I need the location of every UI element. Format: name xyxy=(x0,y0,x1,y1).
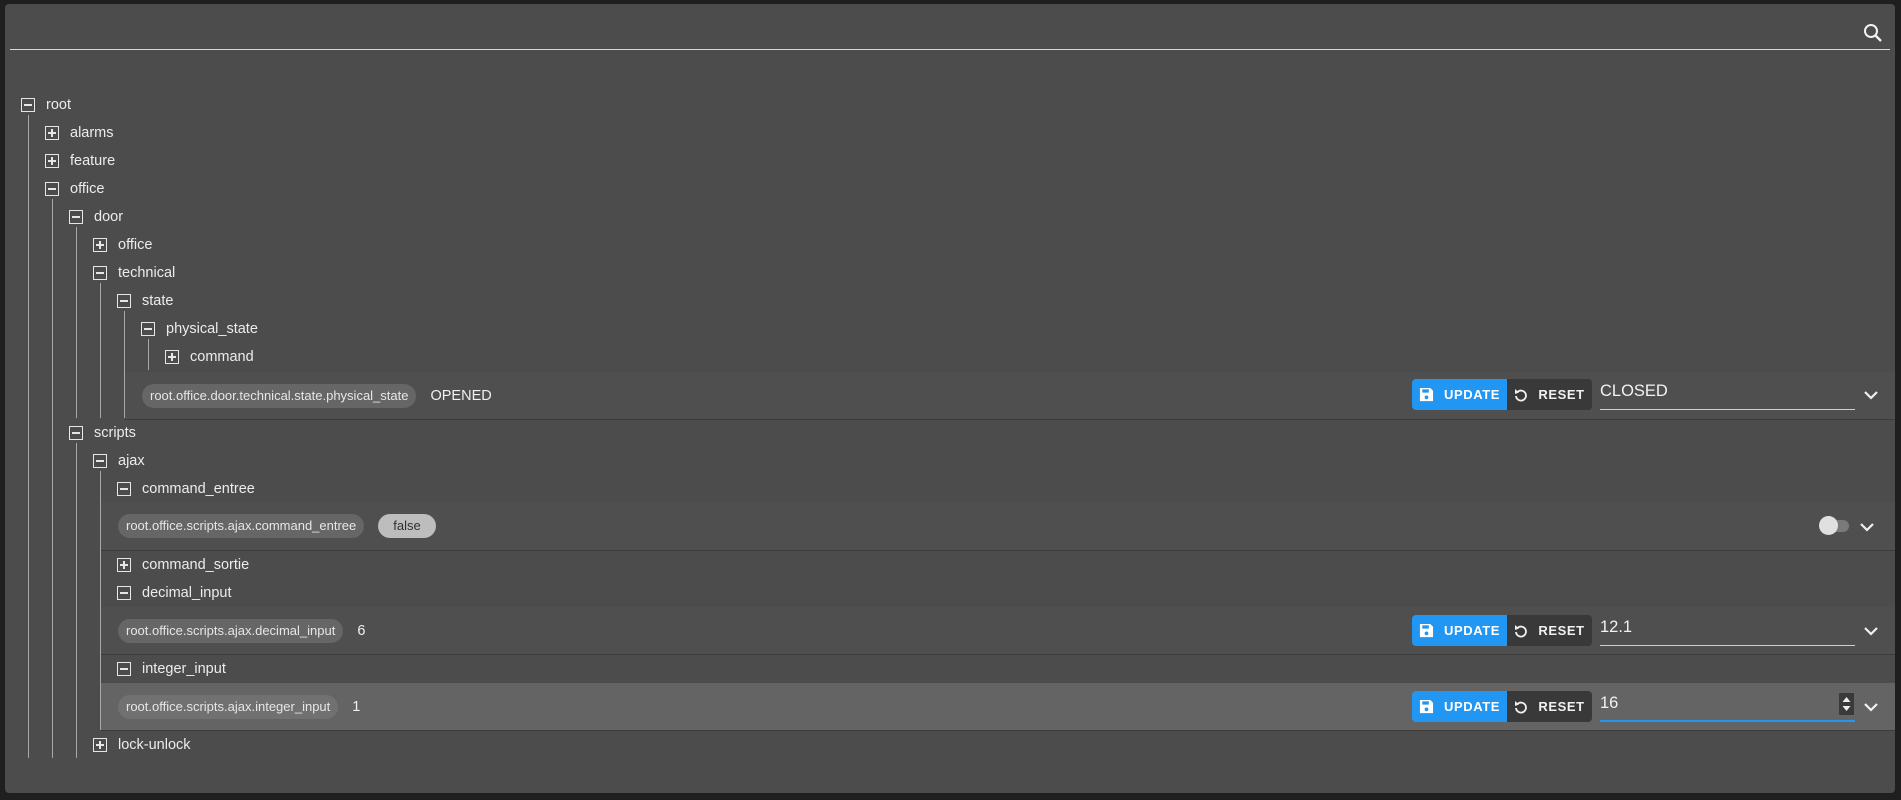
current-value: 1 xyxy=(352,698,361,715)
collapse-icon[interactable] xyxy=(69,210,83,224)
expand-icon[interactable] xyxy=(165,350,179,364)
node-label: integer_input xyxy=(142,661,226,677)
save-icon xyxy=(1419,623,1434,638)
search-icon[interactable] xyxy=(1862,22,1884,44)
undo-icon xyxy=(1515,624,1528,637)
tree-node-command-sortie[interactable]: command_sortie xyxy=(117,553,249,577)
tree-node-command[interactable]: command xyxy=(165,345,254,369)
boolean-value-chip: false xyxy=(378,514,436,538)
tree-node-physical-state[interactable]: physical_state xyxy=(141,317,258,341)
collapse-icon[interactable] xyxy=(69,426,83,440)
decimal-input-controls: UPDATE RESET 12.1 xyxy=(1412,615,1881,646)
reset-button[interactable]: RESET xyxy=(1507,691,1592,722)
path-chip: root.office.scripts.ajax.decimal_input xyxy=(118,618,344,643)
tree-node-integer-input[interactable]: integer_input xyxy=(117,657,226,681)
collapse-icon[interactable] xyxy=(93,454,107,468)
data-row-command-entree: root.office.scripts.ajax.command_entree … xyxy=(101,502,1895,551)
expand-icon[interactable] xyxy=(93,738,107,752)
node-label: decimal_input xyxy=(142,585,232,601)
node-label: office xyxy=(118,237,153,253)
path-chip: root.office.scripts.ajax.integer_input xyxy=(118,694,339,719)
collapse-icon[interactable] xyxy=(45,182,59,196)
tree-node-office[interactable]: office xyxy=(45,177,104,201)
current-value: 6 xyxy=(357,622,366,639)
tree-node-state[interactable]: state xyxy=(117,289,173,313)
node-label: command xyxy=(190,349,254,365)
collapse-icon[interactable] xyxy=(117,482,131,496)
chevron-down-icon[interactable] xyxy=(1861,697,1881,717)
node-label: root xyxy=(46,97,71,113)
tree-node-decimal-input[interactable]: decimal_input xyxy=(117,581,231,605)
save-icon xyxy=(1419,387,1434,402)
decimal-input-field[interactable]: 12.1 xyxy=(1600,615,1855,646)
node-label: office xyxy=(70,181,105,197)
tree-node-door[interactable]: door xyxy=(69,205,123,229)
tree-node-root[interactable]: root xyxy=(21,93,71,117)
collapse-icon[interactable] xyxy=(117,586,131,600)
node-label: scripts xyxy=(94,425,136,441)
switch-knob xyxy=(1819,516,1838,535)
tree-guide-line xyxy=(76,227,77,418)
save-icon xyxy=(1419,699,1434,714)
reset-button[interactable]: RESET xyxy=(1507,379,1592,410)
chevron-down-icon[interactable] xyxy=(1861,621,1881,641)
update-button[interactable]: UPDATE xyxy=(1412,615,1507,646)
node-label: state xyxy=(142,293,174,309)
tree-guide-line xyxy=(28,115,29,758)
tree-guide-line xyxy=(52,199,53,758)
tree-node-lock-unlock[interactable]: lock-unlock xyxy=(93,733,191,757)
tree-guide-line xyxy=(76,443,77,758)
expand-icon[interactable] xyxy=(117,558,131,572)
expand-icon[interactable] xyxy=(45,126,59,140)
undo-icon xyxy=(1515,388,1528,401)
expand-icon[interactable] xyxy=(93,238,107,252)
node-label: lock-unlock xyxy=(118,737,191,753)
node-label: command_entree xyxy=(142,481,255,497)
integer-input-controls: UPDATE RESET 16 xyxy=(1412,691,1881,722)
update-button[interactable]: UPDATE xyxy=(1412,379,1507,410)
path-chip: root.office.door.technical.state.physica… xyxy=(142,383,417,408)
node-label: technical xyxy=(118,265,176,281)
node-label: ajax xyxy=(118,453,145,469)
search-input[interactable] xyxy=(10,49,1890,50)
node-label: alarms xyxy=(70,125,114,141)
tree-guide-line xyxy=(100,283,101,418)
physical-state-controls: UPDATE RESET CLOSED xyxy=(1412,379,1881,410)
tree-node-technical[interactable]: technical xyxy=(93,261,175,285)
tree-node-scripts[interactable]: scripts xyxy=(69,421,136,445)
state-select[interactable]: CLOSED xyxy=(1600,379,1855,410)
boolean-switch[interactable] xyxy=(1819,516,1851,536)
tree-node-door-office[interactable]: office xyxy=(93,233,152,257)
collapse-icon[interactable] xyxy=(117,294,131,308)
collapse-icon[interactable] xyxy=(141,322,155,336)
collapse-icon[interactable] xyxy=(93,266,107,280)
current-value: OPENED xyxy=(430,387,492,404)
integer-input-field[interactable]: 16 xyxy=(1600,691,1855,722)
collapse-icon[interactable] xyxy=(21,98,35,112)
undo-icon xyxy=(1515,700,1528,713)
tree-node-feature[interactable]: feature xyxy=(45,149,115,173)
path-chip: root.office.scripts.ajax.command_entree xyxy=(118,514,365,538)
tree-node-command-entree[interactable]: command_entree xyxy=(117,477,255,501)
reset-button[interactable]: RESET xyxy=(1507,615,1592,646)
tree-guide-line xyxy=(148,339,149,370)
node-label: command_sortie xyxy=(142,557,250,573)
node-label: door xyxy=(94,209,124,225)
node-label: feature xyxy=(70,153,116,169)
number-spinner[interactable] xyxy=(1839,693,1854,715)
node-label: physical_state xyxy=(166,321,258,337)
chevron-down-icon[interactable] xyxy=(1861,385,1881,405)
chevron-down-icon[interactable] xyxy=(1857,517,1877,537)
collapse-icon[interactable] xyxy=(117,662,131,676)
expand-icon[interactable] xyxy=(45,154,59,168)
tree-node-alarms[interactable]: alarms xyxy=(45,121,114,145)
tree-node-ajax[interactable]: ajax xyxy=(93,449,145,473)
update-button[interactable]: UPDATE xyxy=(1412,691,1507,722)
